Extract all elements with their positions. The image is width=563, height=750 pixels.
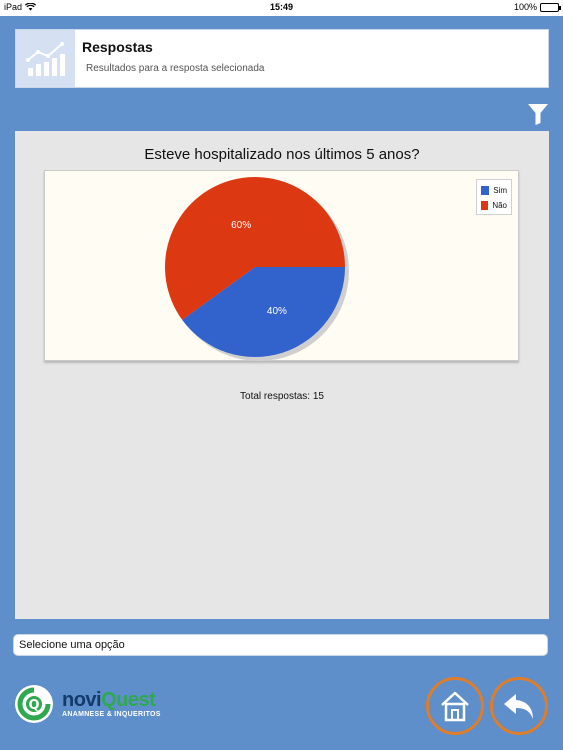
chart-icon bbox=[16, 30, 75, 87]
pie-label-1: 60% bbox=[231, 220, 251, 231]
page-title: Respostas bbox=[82, 39, 153, 55]
noviquest-logo: Q noviQuest ANAMNESE & INQUERITOS bbox=[14, 684, 161, 724]
back-arrow-icon bbox=[504, 694, 533, 719]
chart-title: Esteve hospitalizado nos últimos 5 anos? bbox=[144, 146, 420, 163]
battery-icon bbox=[540, 2, 561, 12]
legend-swatch-sim bbox=[481, 186, 490, 195]
total-responses: Total respostas: 15 bbox=[240, 391, 324, 402]
home-icon bbox=[441, 691, 469, 722]
legend-label-nao: Não bbox=[492, 201, 507, 210]
pie-chart: 40% 60% bbox=[165, 177, 349, 361]
legend-label-sim: Sim bbox=[493, 186, 507, 195]
status-time: 15:49 bbox=[269, 2, 294, 12]
battery-percent: 100% bbox=[513, 2, 537, 12]
brand-name: noviQuest bbox=[62, 689, 156, 711]
chart-area: 40% 60% Sim Não bbox=[44, 170, 519, 361]
legend-swatch-nao bbox=[481, 201, 489, 210]
filter-icon[interactable] bbox=[527, 102, 549, 126]
legend-item-sim: Sim bbox=[481, 183, 507, 198]
pie-label-0: 40% bbox=[267, 306, 287, 317]
brand-tagline: ANAMNESE & INQUERITOS bbox=[62, 711, 161, 718]
legend-item-nao: Não bbox=[481, 198, 507, 213]
page-subtitle: Resultados para a resposta selecionada bbox=[86, 63, 265, 74]
q-logo-icon: Q bbox=[15, 685, 53, 723]
home-button[interactable] bbox=[426, 677, 484, 735]
status-bar: iPad 15:49 100% bbox=[0, 0, 563, 16]
page-header: Respostas Resultados para a resposta sel… bbox=[15, 29, 549, 88]
results-panel: Esteve hospitalizado nos últimos 5 anos?… bbox=[15, 131, 549, 619]
option-select[interactable]: Selecione uma opção bbox=[13, 634, 548, 656]
chart-legend: Sim Não bbox=[476, 179, 512, 215]
back-button[interactable] bbox=[490, 677, 548, 735]
svg-text:Q: Q bbox=[28, 698, 39, 713]
